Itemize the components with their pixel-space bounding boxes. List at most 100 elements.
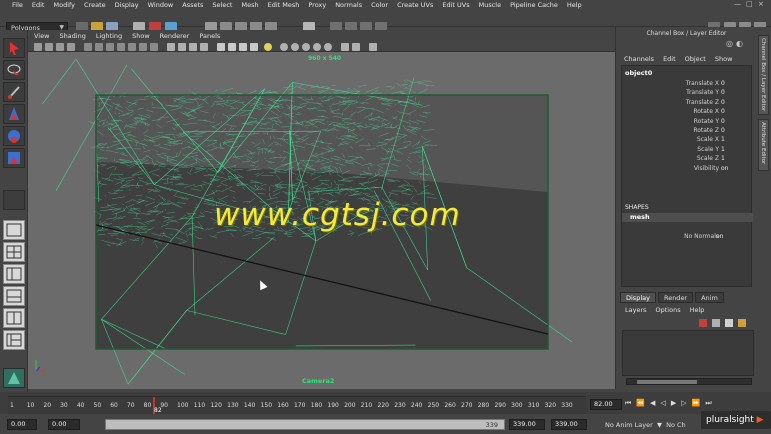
image-plane-icon[interactable]: [67, 43, 75, 51]
panel-menu-shading[interactable]: Shading: [59, 32, 85, 40]
channel-value[interactable]: 1: [721, 146, 725, 153]
menu-window[interactable]: Window: [148, 1, 174, 9]
channel-row-translate-y[interactable]: Translate Y0: [622, 88, 753, 97]
menu-select[interactable]: Select: [212, 1, 232, 9]
menu-display[interactable]: Display: [115, 1, 139, 9]
panel-menu-lighting[interactable]: Lighting: [96, 32, 122, 40]
anim-layer-dropdown[interactable]: No Anim Layer ▼ No Ch: [605, 421, 686, 429]
step-forward-key-icon[interactable]: ▷: [681, 399, 691, 407]
shadows-icon[interactable]: [239, 43, 247, 51]
menu-pipeline-cache[interactable]: Pipeline Cache: [510, 1, 558, 9]
perspective-viewport[interactable]: 960 x 540 www.cgtsj.com Camera2: [28, 52, 615, 389]
tab-channel-box[interactable]: Channel Box / Layer Editor: [758, 35, 769, 115]
hq-lighting-icon[interactable]: [250, 43, 258, 51]
menu-mesh[interactable]: Mesh: [241, 1, 258, 9]
tab-display[interactable]: Display: [620, 292, 656, 303]
persp-graph-layout-icon[interactable]: [3, 286, 25, 306]
channel-row-rotate-z[interactable]: Rotate Z0: [622, 126, 753, 135]
isolate-select-icon[interactable]: [341, 43, 349, 51]
channel-value[interactable]: 1: [721, 155, 725, 162]
channel-value[interactable]: 0: [721, 108, 725, 115]
channel-value[interactable]: 0: [721, 118, 725, 125]
grid-toggle-icon[interactable]: [84, 43, 92, 51]
persp-outliner-layout-icon[interactable]: [3, 264, 25, 284]
channel-menu-show[interactable]: Show: [715, 55, 733, 63]
resolution-gate-icon[interactable]: [106, 43, 114, 51]
wireframe-on-shaded-icon[interactable]: [189, 43, 197, 51]
new-layer-selected-icon[interactable]: [712, 319, 720, 327]
scale-tool-icon[interactable]: [3, 148, 25, 168]
bookmark-icon[interactable]: [56, 43, 64, 51]
tab-attribute-editor[interactable]: Attribute Editor: [758, 119, 769, 171]
move-tool-icon[interactable]: [3, 104, 25, 124]
menu-color[interactable]: Color: [371, 1, 388, 9]
channel-value[interactable]: on: [721, 165, 728, 172]
menu-create[interactable]: Create: [84, 1, 106, 9]
outliner-layout-icon[interactable]: [3, 330, 25, 350]
field-chart-icon[interactable]: [128, 43, 136, 51]
xray-active-icon[interactable]: [369, 43, 377, 51]
paint-select-icon[interactable]: [3, 82, 25, 102]
channel-row-rotate-x[interactable]: Rotate X0: [622, 107, 753, 116]
channel-menu-channels[interactable]: Channels: [624, 55, 654, 63]
playback-start-field[interactable]: 0.00: [48, 419, 80, 430]
menu-proxy[interactable]: Proxy: [308, 1, 326, 9]
menu-normals[interactable]: Normals: [335, 1, 362, 9]
menu-assets[interactable]: Assets: [182, 1, 203, 9]
motion-blur-icon[interactable]: [302, 43, 310, 51]
channel-value[interactable]: 0: [721, 89, 725, 96]
layer-list-scrollbar[interactable]: [626, 378, 752, 385]
panel-menu-view[interactable]: View: [34, 32, 49, 40]
gate-mask-icon[interactable]: [117, 43, 125, 51]
lasso-tool-icon[interactable]: [3, 60, 25, 80]
depth-of-field-icon[interactable]: [324, 43, 332, 51]
shape-attr-value[interactable]: on: [716, 233, 723, 240]
channel-value[interactable]: 0: [721, 99, 725, 106]
playback-end-field[interactable]: 339.00: [509, 419, 545, 430]
channel-row-translate-x[interactable]: Translate X0: [622, 79, 753, 88]
menu-modify[interactable]: Modify: [53, 1, 75, 9]
last-tool-icon[interactable]: [3, 190, 25, 210]
channel-row-scale-x[interactable]: Scale X1: [622, 135, 753, 144]
new-layer-icon[interactable]: [699, 319, 707, 327]
move-down-icon[interactable]: [738, 319, 746, 327]
select-camera-icon[interactable]: [34, 43, 42, 51]
menu-edit[interactable]: Edit: [32, 1, 45, 9]
maximize-icon[interactable]: □: [746, 0, 753, 8]
go-to-end-icon[interactable]: ⏭: [705, 399, 716, 407]
panel-menu-show[interactable]: Show: [132, 32, 150, 40]
channel-value[interactable]: 0: [721, 127, 725, 134]
wireframe-icon[interactable]: [167, 43, 175, 51]
select-tool-icon[interactable]: [3, 38, 25, 58]
menu-muscle[interactable]: Muscle: [479, 1, 502, 9]
channel-row-visibility[interactable]: Visibility on: [622, 164, 753, 173]
layer-menu-layers[interactable]: Layers: [625, 306, 647, 314]
layers-icon[interactable]: ◐: [736, 39, 746, 48]
end-time-field[interactable]: 339.00: [551, 419, 587, 430]
film-gate-icon[interactable]: [95, 43, 103, 51]
xray-icon[interactable]: [200, 43, 208, 51]
step-back-icon[interactable]: ⏪: [636, 399, 650, 407]
safe-action-icon[interactable]: [139, 43, 147, 51]
hypershade-layout-icon[interactable]: [3, 308, 25, 328]
safe-title-icon[interactable]: [150, 43, 158, 51]
go-to-start-icon[interactable]: ⏮: [625, 399, 636, 407]
channel-menu-object[interactable]: Object: [685, 55, 706, 63]
channel-value[interactable]: 1: [721, 136, 725, 143]
layer-list[interactable]: [622, 330, 754, 376]
ambient-occlusion-icon[interactable]: [291, 43, 299, 51]
shape-attribute-row[interactable]: No Normals on: [622, 233, 753, 242]
play-back-icon[interactable]: ◁: [660, 399, 670, 407]
scene-icon[interactable]: ◎: [726, 39, 736, 48]
layer-menu-help[interactable]: Help: [690, 306, 705, 314]
render-view-icon[interactable]: [3, 368, 25, 388]
rotate-tool-icon[interactable]: [3, 126, 25, 146]
menu-help[interactable]: Help: [567, 1, 582, 9]
single-pane-layout-icon[interactable]: [3, 220, 25, 240]
channel-row-rotate-y[interactable]: Rotate Y0: [622, 117, 753, 126]
xray-joints-icon[interactable]: [352, 43, 360, 51]
anti-aliasing-icon[interactable]: [313, 43, 321, 51]
channel-value[interactable]: 0: [721, 80, 725, 87]
time-slider[interactable]: 82 1 10 20 30 40 50 60 70 80 90 100 110 120 130 140 150…: [8, 396, 586, 415]
step-forward-icon[interactable]: ⏩: [692, 399, 706, 407]
